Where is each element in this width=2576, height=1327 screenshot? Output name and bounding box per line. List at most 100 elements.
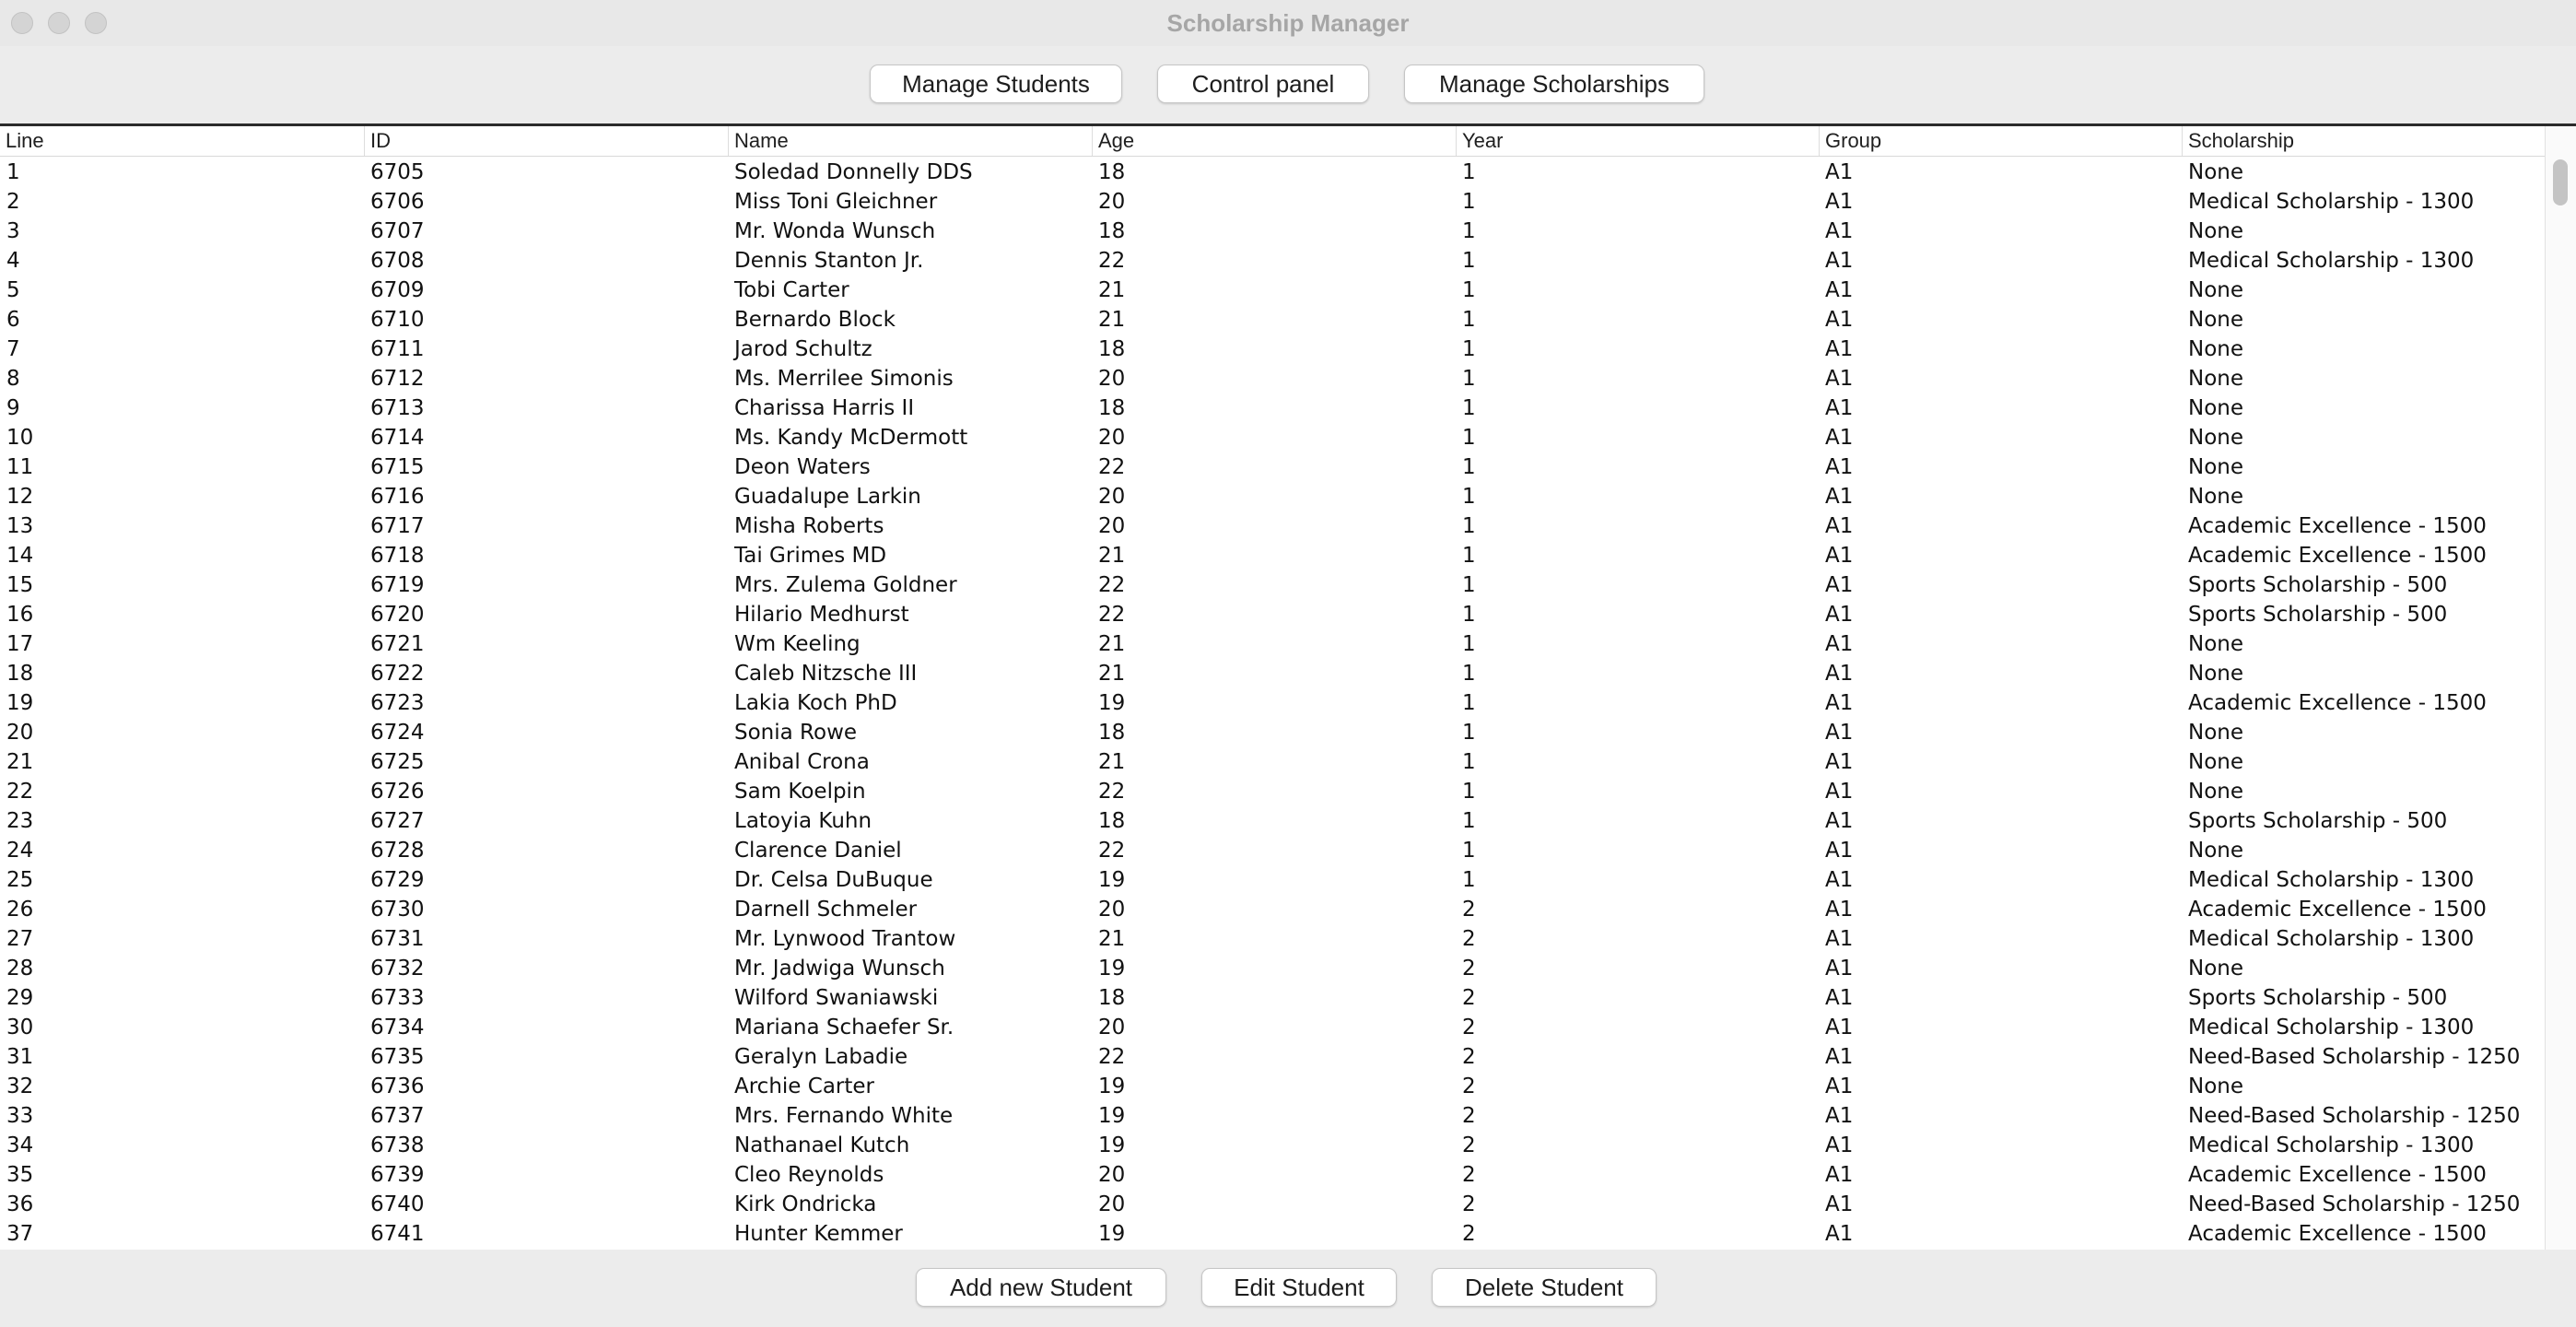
add-student-button[interactable]: Add new Student <box>916 1268 1166 1307</box>
column-header-scholarship[interactable]: Scholarship <box>2182 126 2545 156</box>
table-row[interactable]: 1 6705 Soledad Donnelly DDS 18 1 A1 None <box>0 157 2545 186</box>
cell-id: 6716 <box>370 485 425 509</box>
cell-year: 2 <box>1462 1192 1476 1216</box>
cell-year: 2 <box>1462 1133 1476 1157</box>
cell-line: 28 <box>6 957 34 981</box>
table-row[interactable]: 36 6740 Kirk Ondricka 20 2 A1 Need-Based Schol… <box>0 1189 2545 1218</box>
table-row[interactable]: 30 6734 Mariana Schaefer Sr. 20 2 A1 Medical S… <box>0 1012 2545 1041</box>
control-panel-button[interactable]: Control panel <box>1157 65 1369 103</box>
cell-age: 20 <box>1098 485 1126 509</box>
table-row[interactable]: 8 6712 Ms. Merrilee Simonis 20 1 A1 None <box>0 363 2545 393</box>
cell-year: 1 <box>1462 603 1476 627</box>
table-row[interactable]: 2 6706 Miss Toni Gleichner 20 1 A1 Medical Sch… <box>0 186 2545 216</box>
table-row[interactable]: 14 6718 Tai Grimes MD 21 1 A1 Academic Excelle… <box>0 540 2545 570</box>
cell-group: A1 <box>1825 809 1854 833</box>
cell-name: Jarod Schultz <box>734 337 872 361</box>
table-row[interactable]: 22 6726 Sam Koelpin 22 1 A1 None <box>0 776 2545 805</box>
cell-line: 24 <box>6 839 34 863</box>
cell-scholarship: None <box>2188 750 2244 774</box>
cell-group: A1 <box>1825 986 1854 1010</box>
edit-student-button[interactable]: Edit Student <box>1201 1268 1397 1307</box>
cell-age: 18 <box>1098 337 1126 361</box>
table-row[interactable]: 9 6713 Charissa Harris II 18 1 A1 None <box>0 393 2545 422</box>
cell-age: 19 <box>1098 1075 1126 1098</box>
cell-scholarship: Academic Excellence - 1500 <box>2188 544 2487 568</box>
table-row[interactable]: 26 6730 Darnell Schmeler 20 2 A1 Academic Exce… <box>0 894 2545 923</box>
delete-student-button[interactable]: Delete Student <box>1432 1268 1657 1307</box>
cell-group: A1 <box>1825 721 1854 745</box>
cell-scholarship: None <box>2188 160 2244 184</box>
cell-age: 20 <box>1098 426 1126 450</box>
cell-year: 2 <box>1462 898 1476 922</box>
table-row[interactable]: 29 6733 Wilford Swaniawski 18 2 A1 Sports Scho… <box>0 982 2545 1012</box>
cell-name: Mr. Jadwiga Wunsch <box>734 957 945 981</box>
manage-scholarships-button[interactable]: Manage Scholarships <box>1404 65 1704 103</box>
cell-name: Clarence Daniel <box>734 839 902 863</box>
table-row[interactable]: 31 6735 Geralyn Labadie 22 2 A1 Need-Based Sch… <box>0 1041 2545 1071</box>
table-row[interactable]: 11 6715 Deon Waters 22 1 A1 None <box>0 452 2545 481</box>
cell-line: 33 <box>6 1104 34 1128</box>
table-row[interactable]: 5 6709 Tobi Carter 21 1 A1 None <box>0 275 2545 304</box>
table-row[interactable]: 25 6729 Dr. Celsa DuBuque 19 1 A1 Medical Scho… <box>0 864 2545 894</box>
scrollbar-thumb[interactable] <box>2553 159 2568 206</box>
cell-id: 6733 <box>370 986 425 1010</box>
table-row[interactable]: 35 6739 Cleo Reynolds 20 2 A1 Academic Excelle… <box>0 1159 2545 1189</box>
cell-age: 20 <box>1098 1016 1126 1039</box>
cell-group: A1 <box>1825 1104 1854 1128</box>
students-table[interactable]: Line ID Name Age Year Group Scholarship … <box>0 123 2576 1250</box>
table-row[interactable]: 18 6722 Caleb Nitzsche III 21 1 A1 None <box>0 658 2545 687</box>
table-row[interactable]: 32 6736 Archie Carter 19 2 A1 None <box>0 1071 2545 1100</box>
cell-id: 6736 <box>370 1075 425 1098</box>
table-row[interactable]: 24 6728 Clarence Daniel 22 1 A1 None <box>0 835 2545 864</box>
cell-scholarship: Need-Based Scholarship - 1250 <box>2188 1104 2521 1128</box>
table-row[interactable]: 23 6727 Latoyia Kuhn 18 1 A1 Sports Scholarshi… <box>0 805 2545 835</box>
table-row[interactable]: 21 6725 Anibal Crona 21 1 A1 None <box>0 746 2545 776</box>
column-header-age[interactable]: Age <box>1092 126 1456 156</box>
table-row[interactable]: 7 6711 Jarod Schultz 18 1 A1 None <box>0 334 2545 363</box>
cell-group: A1 <box>1825 1222 1854 1246</box>
column-header-line[interactable]: Line <box>0 126 364 156</box>
cell-age: 22 <box>1098 603 1126 627</box>
table-row[interactable]: 19 6723 Lakia Koch PhD 19 1 A1 Academic Excell… <box>0 687 2545 717</box>
column-header-group[interactable]: Group <box>1819 126 2182 156</box>
vertical-scrollbar[interactable] <box>2545 126 2576 1250</box>
column-header-year[interactable]: Year <box>1456 126 1819 156</box>
table-row[interactable]: 15 6719 Mrs. Zulema Goldner 22 1 A1 Sports Sch… <box>0 570 2545 599</box>
cell-id: 6741 <box>370 1222 425 1246</box>
cell-group: A1 <box>1825 1163 1854 1187</box>
cell-scholarship: Sports Scholarship - 500 <box>2188 986 2448 1010</box>
table-row[interactable]: 12 6716 Guadalupe Larkin 20 1 A1 None <box>0 481 2545 511</box>
table-row[interactable]: 27 6731 Mr. Lynwood Trantow 21 2 A1 Medical Sc… <box>0 923 2545 953</box>
table-row[interactable]: 16 6720 Hilario Medhurst 22 1 A1 Sports Schola… <box>0 599 2545 628</box>
manage-students-button[interactable]: Manage Students <box>870 65 1122 103</box>
table-row[interactable]: 10 6714 Ms. Kandy McDermott 20 1 A1 None <box>0 422 2545 452</box>
table-row[interactable]: 4 6708 Dennis Stanton Jr. 22 1 A1 Medical Scho… <box>0 245 2545 275</box>
table-row[interactable]: 37 6741 Hunter Kemmer 19 2 A1 Academic Excelle… <box>0 1218 2545 1248</box>
cell-group: A1 <box>1825 691 1854 715</box>
cell-scholarship: None <box>2188 632 2244 656</box>
table-row[interactable]: 17 6721 Wm Keeling 21 1 A1 None <box>0 628 2545 658</box>
table-row[interactable]: 3 6707 Mr. Wonda Wunsch 18 1 A1 None <box>0 216 2545 245</box>
cell-group: A1 <box>1825 219 1854 243</box>
cell-name: Anibal Crona <box>734 750 870 774</box>
app-window: Scholarship Manager Manage Students Cont… <box>0 0 2576 1327</box>
cell-year: 1 <box>1462 396 1476 420</box>
table-row[interactable]: 33 6737 Mrs. Fernando White 19 2 A1 Need-Based… <box>0 1100 2545 1130</box>
column-header-name[interactable]: Name <box>728 126 1092 156</box>
table-row[interactable]: 6 6710 Bernardo Block 21 1 A1 None <box>0 304 2545 334</box>
cell-name: Mrs. Fernando White <box>734 1104 954 1128</box>
cell-year: 1 <box>1462 780 1476 804</box>
cell-line: 20 <box>6 721 34 745</box>
cell-group: A1 <box>1825 573 1854 597</box>
cell-scholarship: Medical Scholarship - 1300 <box>2188 868 2475 892</box>
table-row[interactable]: 13 6717 Misha Roberts 20 1 A1 Academic Excelle… <box>0 511 2545 540</box>
column-header-id[interactable]: ID <box>364 126 728 156</box>
cell-group: A1 <box>1825 927 1854 951</box>
cell-scholarship: None <box>2188 396 2244 420</box>
table-row[interactable]: 34 6738 Nathanael Kutch 19 2 A1 Medical Schola… <box>0 1130 2545 1159</box>
table-row[interactable]: 20 6724 Sonia Rowe 18 1 A1 None <box>0 717 2545 746</box>
cell-id: 6725 <box>370 750 425 774</box>
cell-id: 6720 <box>370 603 425 627</box>
cell-line: 31 <box>6 1045 34 1069</box>
table-row[interactable]: 28 6732 Mr. Jadwiga Wunsch 19 2 A1 None <box>0 953 2545 982</box>
